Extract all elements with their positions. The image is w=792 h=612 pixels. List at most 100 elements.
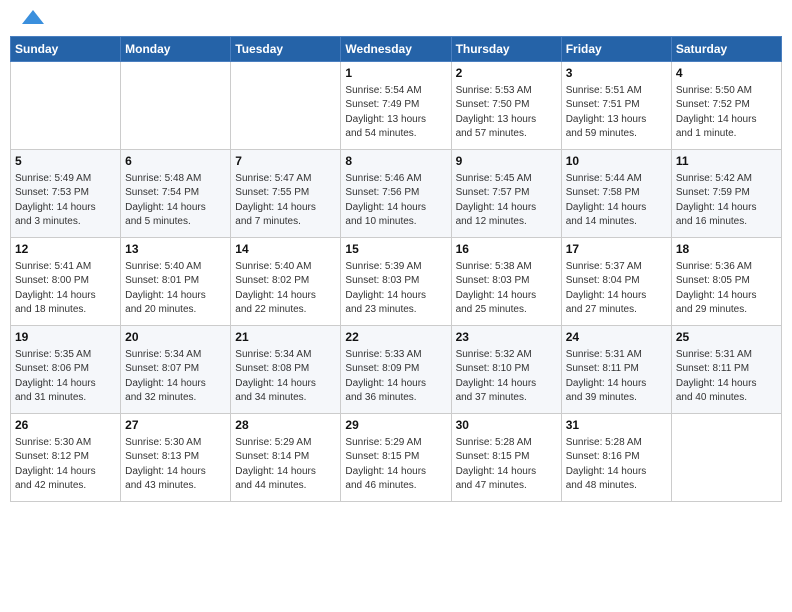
day-number: 21 — [235, 329, 336, 346]
calendar-cell: 28 Sunrise: 5:29 AMSunset: 8:14 PMDayligh… — [231, 414, 341, 502]
day-info: Sunrise: 5:30 AMSunset: 8:12 PMDaylight:… — [15, 436, 116, 494]
day-number: 25 — [676, 329, 777, 346]
calendar-cell: 30 Sunrise: 5:28 AMSunset: 8:15 PMDayligh… — [451, 414, 561, 502]
calendar-cell: 3 Sunrise: 5:51 AMSunset: 7:51 PMDaylight… — [561, 62, 671, 150]
day-number: 9 — [456, 153, 557, 170]
day-info: Sunrise: 5:41 AMSunset: 8:00 PMDaylight:… — [15, 260, 116, 318]
day-info: Sunrise: 5:39 AMSunset: 8:03 PMDaylight:… — [345, 260, 446, 318]
logo-icon — [22, 10, 44, 24]
col-wednesday: Wednesday — [341, 37, 451, 62]
day-number: 27 — [125, 417, 226, 434]
col-sunday: Sunday — [11, 37, 121, 62]
day-info: Sunrise: 5:31 AMSunset: 8:11 PMDaylight:… — [676, 348, 777, 406]
day-info: Sunrise: 5:54 AMSunset: 7:49 PMDaylight:… — [345, 84, 446, 142]
calendar-cell: 1 Sunrise: 5:54 AMSunset: 7:49 PMDaylight… — [341, 62, 451, 150]
calendar-week-1: 1 Sunrise: 5:54 AMSunset: 7:49 PMDaylight… — [11, 62, 782, 150]
calendar-cell: 9 Sunrise: 5:45 AMSunset: 7:57 PMDaylight… — [451, 150, 561, 238]
day-info: Sunrise: 5:53 AMSunset: 7:50 PMDaylight:… — [456, 84, 557, 142]
day-number: 24 — [566, 329, 667, 346]
day-number: 10 — [566, 153, 667, 170]
calendar-cell: 22 Sunrise: 5:33 AMSunset: 8:09 PMDayligh… — [341, 326, 451, 414]
calendar-cell: 24 Sunrise: 5:31 AMSunset: 8:11 PMDayligh… — [561, 326, 671, 414]
day-info: Sunrise: 5:35 AMSunset: 8:06 PMDaylight:… — [15, 348, 116, 406]
day-info: Sunrise: 5:31 AMSunset: 8:11 PMDaylight:… — [566, 348, 667, 406]
calendar-cell — [121, 62, 231, 150]
day-info: Sunrise: 5:28 AMSunset: 8:15 PMDaylight:… — [456, 436, 557, 494]
calendar-cell — [231, 62, 341, 150]
calendar-cell: 8 Sunrise: 5:46 AMSunset: 7:56 PMDaylight… — [341, 150, 451, 238]
day-number: 22 — [345, 329, 446, 346]
page-header — [10, 10, 782, 28]
calendar-cell: 31 Sunrise: 5:28 AMSunset: 8:16 PMDayligh… — [561, 414, 671, 502]
calendar-cell: 29 Sunrise: 5:29 AMSunset: 8:15 PMDayligh… — [341, 414, 451, 502]
day-number: 8 — [345, 153, 446, 170]
calendar-cell: 10 Sunrise: 5:44 AMSunset: 7:58 PMDayligh… — [561, 150, 671, 238]
day-info: Sunrise: 5:40 AMSunset: 8:02 PMDaylight:… — [235, 260, 336, 318]
day-number: 5 — [15, 153, 116, 170]
day-info: Sunrise: 5:44 AMSunset: 7:58 PMDaylight:… — [566, 172, 667, 230]
logo — [18, 14, 44, 24]
col-friday: Friday — [561, 37, 671, 62]
day-info: Sunrise: 5:29 AMSunset: 8:15 PMDaylight:… — [345, 436, 446, 494]
day-number: 19 — [15, 329, 116, 346]
day-info: Sunrise: 5:33 AMSunset: 8:09 PMDaylight:… — [345, 348, 446, 406]
day-info: Sunrise: 5:42 AMSunset: 7:59 PMDaylight:… — [676, 172, 777, 230]
day-info: Sunrise: 5:45 AMSunset: 7:57 PMDaylight:… — [456, 172, 557, 230]
day-info: Sunrise: 5:37 AMSunset: 8:04 PMDaylight:… — [566, 260, 667, 318]
day-number: 1 — [345, 65, 446, 82]
col-monday: Monday — [121, 37, 231, 62]
day-number: 17 — [566, 241, 667, 258]
calendar-cell: 16 Sunrise: 5:38 AMSunset: 8:03 PMDayligh… — [451, 238, 561, 326]
calendar-week-3: 12 Sunrise: 5:41 AMSunset: 8:00 PMDayligh… — [11, 238, 782, 326]
day-number: 30 — [456, 417, 557, 434]
calendar-week-4: 19 Sunrise: 5:35 AMSunset: 8:06 PMDayligh… — [11, 326, 782, 414]
day-info: Sunrise: 5:30 AMSunset: 8:13 PMDaylight:… — [125, 436, 226, 494]
calendar-cell — [671, 414, 781, 502]
day-info: Sunrise: 5:34 AMSunset: 8:08 PMDaylight:… — [235, 348, 336, 406]
calendar-cell: 14 Sunrise: 5:40 AMSunset: 8:02 PMDayligh… — [231, 238, 341, 326]
day-number: 23 — [456, 329, 557, 346]
day-number: 12 — [15, 241, 116, 258]
day-info: Sunrise: 5:48 AMSunset: 7:54 PMDaylight:… — [125, 172, 226, 230]
day-info: Sunrise: 5:32 AMSunset: 8:10 PMDaylight:… — [456, 348, 557, 406]
day-number: 15 — [345, 241, 446, 258]
day-number: 26 — [15, 417, 116, 434]
day-number: 14 — [235, 241, 336, 258]
day-info: Sunrise: 5:40 AMSunset: 8:01 PMDaylight:… — [125, 260, 226, 318]
col-thursday: Thursday — [451, 37, 561, 62]
calendar-cell: 6 Sunrise: 5:48 AMSunset: 7:54 PMDaylight… — [121, 150, 231, 238]
day-info: Sunrise: 5:38 AMSunset: 8:03 PMDaylight:… — [456, 260, 557, 318]
day-number: 20 — [125, 329, 226, 346]
day-number: 6 — [125, 153, 226, 170]
day-number: 11 — [676, 153, 777, 170]
day-info: Sunrise: 5:51 AMSunset: 7:51 PMDaylight:… — [566, 84, 667, 142]
day-info: Sunrise: 5:47 AMSunset: 7:55 PMDaylight:… — [235, 172, 336, 230]
day-number: 29 — [345, 417, 446, 434]
day-info: Sunrise: 5:36 AMSunset: 8:05 PMDaylight:… — [676, 260, 777, 318]
day-number: 3 — [566, 65, 667, 82]
calendar-cell: 12 Sunrise: 5:41 AMSunset: 8:00 PMDayligh… — [11, 238, 121, 326]
day-number: 7 — [235, 153, 336, 170]
header-row: Sunday Monday Tuesday Wednesday Thursday… — [11, 37, 782, 62]
day-info: Sunrise: 5:46 AMSunset: 7:56 PMDaylight:… — [345, 172, 446, 230]
calendar-cell: 20 Sunrise: 5:34 AMSunset: 8:07 PMDayligh… — [121, 326, 231, 414]
day-number: 31 — [566, 417, 667, 434]
day-number: 28 — [235, 417, 336, 434]
day-info: Sunrise: 5:34 AMSunset: 8:07 PMDaylight:… — [125, 348, 226, 406]
calendar-cell: 26 Sunrise: 5:30 AMSunset: 8:12 PMDayligh… — [11, 414, 121, 502]
day-number: 13 — [125, 241, 226, 258]
day-info: Sunrise: 5:28 AMSunset: 8:16 PMDaylight:… — [566, 436, 667, 494]
calendar-cell: 23 Sunrise: 5:32 AMSunset: 8:10 PMDayligh… — [451, 326, 561, 414]
calendar-cell: 21 Sunrise: 5:34 AMSunset: 8:08 PMDayligh… — [231, 326, 341, 414]
day-number: 4 — [676, 65, 777, 82]
calendar-cell: 19 Sunrise: 5:35 AMSunset: 8:06 PMDayligh… — [11, 326, 121, 414]
day-info: Sunrise: 5:29 AMSunset: 8:14 PMDaylight:… — [235, 436, 336, 494]
calendar-cell: 4Sunrise: 5:50 AMSunset: 7:52 PMDaylight… — [671, 62, 781, 150]
calendar-cell: 13 Sunrise: 5:40 AMSunset: 8:01 PMDayligh… — [121, 238, 231, 326]
calendar-table: Sunday Monday Tuesday Wednesday Thursday… — [10, 36, 782, 502]
calendar-cell: 5Sunrise: 5:49 AMSunset: 7:53 PMDaylight… — [11, 150, 121, 238]
day-number: 16 — [456, 241, 557, 258]
col-tuesday: Tuesday — [231, 37, 341, 62]
calendar-cell: 2Sunrise: 5:53 AMSunset: 7:50 PMDaylight… — [451, 62, 561, 150]
calendar-cell: 17 Sunrise: 5:37 AMSunset: 8:04 PMDayligh… — [561, 238, 671, 326]
